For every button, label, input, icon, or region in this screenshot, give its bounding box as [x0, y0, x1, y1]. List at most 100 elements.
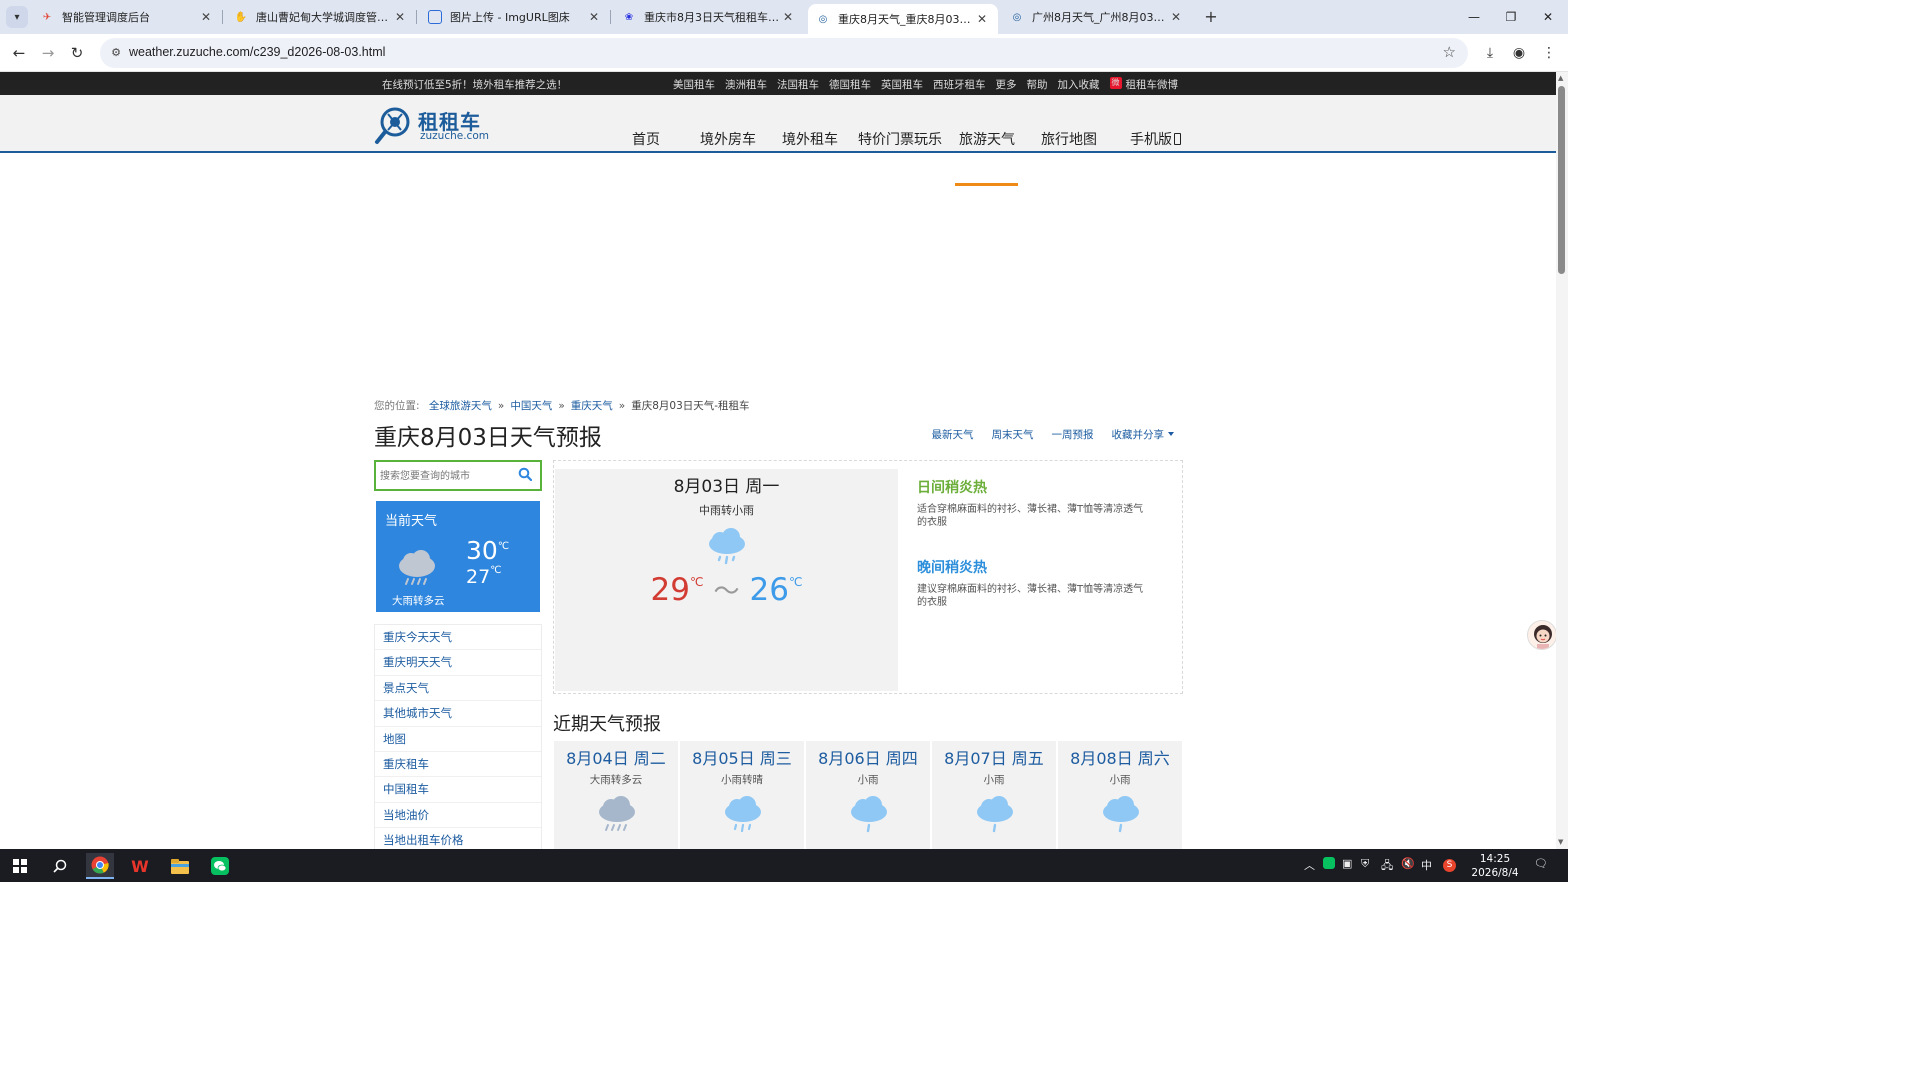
top-link-weibo[interactable]: 租租车微博 — [1126, 77, 1179, 92]
volume-muted-icon[interactable]: 🔇 — [1401, 857, 1415, 870]
browser-tab[interactable]: ✋ 唐山曹妃甸大学城调度管理后台 ✕ — [226, 4, 416, 30]
promo-text[interactable]: 在线预订低至5折！境外租车推荐之选！ — [382, 77, 567, 92]
close-icon[interactable]: ✕ — [1168, 10, 1184, 24]
nav-car-rental[interactable]: 境外租车 — [782, 129, 838, 149]
close-icon[interactable]: ✕ — [780, 10, 796, 24]
top-link-usa[interactable]: 美国租车 — [673, 77, 715, 92]
chrome-icon[interactable] — [86, 853, 114, 879]
menu-icon[interactable]: ⋮ — [1538, 42, 1560, 64]
search-icon[interactable] — [46, 853, 74, 879]
close-window-button[interactable]: ✕ — [1533, 6, 1563, 28]
address-bar[interactable]: ⚙ weather.zuzuche.com/c239_d2026-08-03.h… — [100, 38, 1468, 68]
share-label: 收藏并分享 — [1111, 429, 1165, 441]
wps-icon[interactable]: W — [126, 853, 154, 879]
side-link-taxi-price[interactable]: 当地出租车价格 — [375, 828, 541, 849]
nav-tickets[interactable]: 特价门票玩乐 — [858, 129, 942, 149]
browser-tab[interactable]: ✈ 智能管理调度后台 ✕ — [32, 4, 222, 30]
top-link-more[interactable]: 更多 — [996, 77, 1017, 92]
link-weekend-weather[interactable]: 周末天气 — [992, 427, 1034, 442]
browser-tab[interactable]: ❀ 重庆市8月3日天气租租车_百度 ✕ — [614, 4, 804, 30]
caret-down-icon — [1168, 432, 1174, 436]
profile-icon[interactable]: ◉ — [1508, 42, 1530, 64]
nav-map[interactable]: 旅行地图 — [1041, 129, 1097, 149]
forward-button[interactable]: → — [37, 42, 59, 64]
nav-home[interactable]: 首页 — [632, 129, 660, 149]
nav-weather[interactable]: 旅游天气 — [959, 129, 1015, 149]
close-icon[interactable]: ✕ — [392, 10, 408, 24]
logo-mark-icon — [375, 107, 410, 144]
minimize-button[interactable]: — — [1459, 6, 1489, 28]
search-icon[interactable] — [518, 467, 532, 481]
start-windows-icon[interactable] — [6, 853, 34, 879]
tab-search-button[interactable]: ▾ — [6, 6, 28, 28]
ime-indicator[interactable]: 中 — [1421, 857, 1432, 873]
wechat-icon[interactable] — [206, 853, 234, 879]
forecast-card[interactable]: 8月06日 周四 小雨 — [806, 741, 930, 849]
top-link-uk[interactable]: 英国租车 — [881, 77, 923, 92]
scroll-up-arrow-icon[interactable]: ▲ — [1558, 74, 1563, 82]
heavy-rain-icon — [599, 796, 635, 831]
breadcrumb-chongqing[interactable]: 重庆天气 — [571, 400, 613, 412]
network-icon[interactable]: 🖧 — [1381, 857, 1393, 876]
assistant-avatar[interactable] — [1527, 620, 1556, 650]
forecast-condition: 小雨转晴 — [721, 774, 763, 786]
browser-toolbar: ← → ↻ ⚙ weather.zuzuche.com/c239_d2026-0… — [0, 34, 1568, 72]
breadcrumb-china[interactable]: 中国天气 — [510, 400, 552, 412]
forecast-card[interactable]: 8月04日 周二 大雨转多云 — [554, 741, 678, 849]
nav-rv[interactable]: 境外房车 — [700, 129, 756, 149]
forecast-card[interactable]: 8月05日 周三 小雨转晴 — [680, 741, 804, 849]
top-link-spain[interactable]: 西班牙租车 — [933, 77, 986, 92]
browser-tab-active[interactable]: ◎ 重庆8月天气_重庆8月03日天气 ✕ — [808, 4, 998, 34]
taskbar-clock[interactable]: 14:25 2026/8/4 — [1460, 852, 1530, 880]
city-search-input[interactable] — [380, 468, 510, 484]
site-info-icon[interactable]: ⚙ — [108, 45, 124, 61]
side-link-scenic[interactable]: 景点天气 — [375, 676, 541, 702]
browser-tab[interactable]: 图片上传 - ImgURL图床 ✕ — [420, 4, 610, 30]
side-link-fuel-price[interactable]: 当地油价 — [375, 803, 541, 829]
download-icon[interactable]: ⤓ — [1479, 42, 1501, 64]
top-link-australia[interactable]: 澳洲租车 — [725, 77, 767, 92]
side-link-map[interactable]: 地图 — [375, 727, 541, 752]
restore-button[interactable]: ❐ — [1496, 6, 1526, 28]
forecast-card[interactable]: 8月07日 周五 小雨 — [932, 741, 1056, 849]
close-icon[interactable]: ✕ — [974, 12, 990, 26]
reload-button[interactable]: ↻ — [66, 42, 88, 64]
link-latest-weather[interactable]: 最新天气 — [932, 427, 974, 442]
link-share[interactable]: 收藏并分享 — [1111, 427, 1174, 442]
forecast-card[interactable]: 8月08日 周六 小雨 — [1058, 741, 1182, 849]
page-scrollbar[interactable]: ▲ ▼ — [1556, 72, 1568, 849]
tray-app-icon[interactable]: ▣ — [1342, 857, 1352, 870]
nav-mobile[interactable]: 手机版 — [1130, 129, 1181, 149]
file-explorer-icon[interactable] — [166, 853, 194, 879]
temp-range-separator: ～ — [713, 577, 740, 607]
close-icon[interactable]: ✕ — [198, 10, 214, 24]
url-text[interactable]: weather.zuzuche.com/c239_d2026-08-03.htm… — [129, 45, 385, 59]
sogou-ime-icon[interactable]: S — [1443, 857, 1456, 872]
side-link-chongqing-rental[interactable]: 重庆租车 — [375, 752, 541, 778]
top-link-germany[interactable]: 德国租车 — [829, 77, 871, 92]
side-link-tomorrow[interactable]: 重庆明天天气 — [375, 650, 541, 676]
browser-tab[interactable]: ◎ 广州8月天气_广州8月03日天气 ✕ — [1002, 4, 1192, 30]
side-link-china-rental[interactable]: 中国租车 — [375, 777, 541, 803]
top-link-france[interactable]: 法国租车 — [777, 77, 819, 92]
scrollbar-thumb[interactable] — [1558, 86, 1565, 274]
close-icon[interactable]: ✕ — [586, 10, 602, 24]
side-link-other-cities[interactable]: 其他城市天气 — [375, 701, 541, 727]
web-page: 在线预订低至5折！境外租车推荐之选！ 美国租车 澳洲租车 法国租车 德国租车 英… — [0, 72, 1556, 849]
new-tab-button[interactable]: + — [1201, 7, 1221, 27]
image-icon — [428, 10, 442, 24]
side-link-today[interactable]: 重庆今天天气 — [375, 625, 541, 651]
handshake-icon: ✋ — [234, 11, 248, 23]
link-week-forecast[interactable]: 一周预报 — [1052, 427, 1094, 442]
site-logo[interactable]: 租租车 zuzuche.com — [374, 105, 494, 145]
scroll-down-arrow-icon[interactable]: ▼ — [1558, 838, 1563, 846]
tray-wechat-icon[interactable] — [1323, 857, 1335, 872]
top-link-help[interactable]: 帮助 — [1027, 77, 1048, 92]
breadcrumb-global[interactable]: 全球旅游天气 — [429, 400, 492, 412]
back-button[interactable]: ← — [8, 42, 30, 64]
notification-icon[interactable]: 🗨 — [1534, 857, 1548, 870]
tray-security-icon[interactable]: ⛨ — [1361, 857, 1369, 871]
top-link-favorite[interactable]: 加入收藏 — [1058, 77, 1100, 92]
bookmark-star-icon[interactable]: ☆ — [1443, 43, 1456, 61]
tray-expand-icon[interactable]: ︿ — [1304, 857, 1315, 873]
